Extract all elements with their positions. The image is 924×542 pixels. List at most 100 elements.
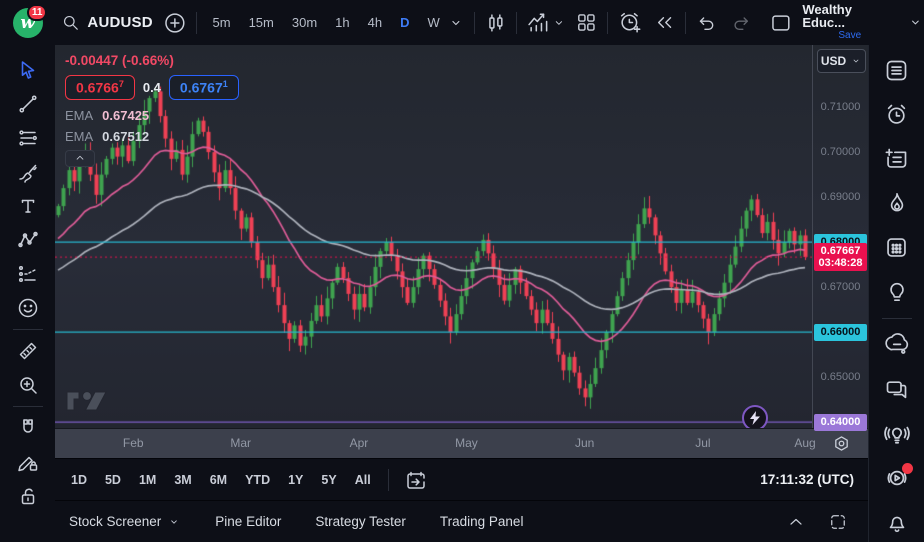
pattern-tool[interactable] bbox=[9, 223, 47, 257]
cursor-tool[interactable] bbox=[9, 53, 47, 87]
divider bbox=[474, 12, 475, 34]
divider bbox=[388, 469, 389, 491]
range-1D[interactable]: 1D bbox=[63, 468, 95, 492]
live-streams-icon[interactable] bbox=[877, 414, 917, 453]
calendar-icon[interactable] bbox=[877, 228, 917, 267]
currency-dropdown[interactable]: USD bbox=[817, 49, 866, 73]
forecast-tool[interactable] bbox=[9, 257, 47, 291]
account-menu[interactable]: Wealthy Educ... Save bbox=[802, 3, 897, 42]
notes-icon[interactable] bbox=[877, 139, 917, 178]
interval-4h[interactable]: 4h bbox=[361, 11, 389, 34]
bottom-panel-bar: Stock Screener Pine Editor Strategy Test… bbox=[55, 500, 868, 542]
month-label-Feb: Feb bbox=[123, 436, 144, 450]
divider bbox=[196, 12, 197, 34]
axis-settings-gear-icon[interactable] bbox=[831, 433, 852, 454]
notifications-icon[interactable] bbox=[877, 503, 917, 542]
interval-30m[interactable]: 30m bbox=[285, 11, 324, 34]
divider bbox=[685, 12, 686, 34]
alerts-icon[interactable] bbox=[877, 95, 917, 134]
tab-strategy-tester[interactable]: Strategy Tester bbox=[315, 514, 406, 529]
magnet-tool[interactable] bbox=[9, 411, 47, 445]
interval-5m[interactable]: 5m bbox=[206, 11, 238, 34]
buy-button[interactable]: 0.67671 bbox=[169, 75, 239, 100]
interval-chevron-icon[interactable] bbox=[447, 14, 465, 32]
sell-button[interactable]: 0.67667 bbox=[65, 75, 135, 100]
price-tick: 0.71000 bbox=[813, 100, 868, 114]
last-price-label[interactable]: 0.6766703:48:28 bbox=[814, 243, 867, 271]
layout-grid-icon[interactable] bbox=[575, 11, 598, 34]
range-1M[interactable]: 1M bbox=[131, 468, 164, 492]
zoom-in-tool[interactable] bbox=[9, 368, 47, 402]
interval-W[interactable]: W bbox=[421, 11, 447, 34]
month-label-Apr: Apr bbox=[350, 436, 369, 450]
private-chat-icon[interactable] bbox=[877, 370, 917, 409]
indicators-icon[interactable] bbox=[526, 10, 551, 35]
tradingview-watermark bbox=[65, 386, 109, 416]
divider bbox=[607, 12, 608, 34]
month-label-Jul: Jul bbox=[695, 436, 710, 450]
logo-wrap[interactable]: w 11 bbox=[0, 8, 55, 38]
trend-line-tool[interactable] bbox=[9, 87, 47, 121]
range-toolbar: 1D5D1M3M6MYTD1Y5YAll 17:11:32 (UTC) bbox=[55, 458, 868, 500]
candle-style-icon[interactable] bbox=[484, 11, 508, 35]
tab-pine-editor[interactable]: Pine Editor bbox=[215, 514, 281, 529]
range-YTD[interactable]: YTD bbox=[237, 468, 278, 492]
alert-plus-icon[interactable] bbox=[617, 10, 642, 35]
price-axis[interactable]: USD 0.710000.700000.690000.670000.650000… bbox=[812, 45, 868, 428]
top-toolbar: w 11 AUDUSD 5m15m30m1h4hDW Wealthy Educ.… bbox=[0, 0, 924, 45]
hotlists-icon[interactable] bbox=[877, 184, 917, 223]
price-tick: 0.70000 bbox=[813, 145, 868, 159]
chart-pane[interactable]: -0.00447 (-0.66%) 0.67667 0.4 0.67671 EM… bbox=[55, 45, 812, 428]
panel-expand-chevron-icon[interactable] bbox=[786, 512, 806, 532]
save-link[interactable]: Save bbox=[838, 29, 861, 42]
tab-trading-panel[interactable]: Trading Panel bbox=[440, 514, 524, 529]
range-6M[interactable]: 6M bbox=[202, 468, 235, 492]
range-3M[interactable]: 3M bbox=[166, 468, 199, 492]
go-to-date-icon[interactable] bbox=[404, 468, 428, 492]
live-dot bbox=[902, 463, 913, 474]
level-price-label[interactable]: 0.64000 bbox=[814, 414, 867, 431]
price-chart-canvas[interactable] bbox=[55, 45, 812, 428]
fib-lines-tool[interactable] bbox=[9, 121, 47, 155]
interval-15m[interactable]: 15m bbox=[242, 11, 281, 34]
bar-countdown: 03:48:28 bbox=[814, 257, 867, 269]
maximize-panel-icon[interactable] bbox=[828, 512, 848, 532]
interval-group: 5m15m30m1h4hDW bbox=[206, 11, 447, 34]
clock[interactable]: 17:11:32 (UTC) bbox=[760, 472, 860, 487]
month-label-May: May bbox=[455, 436, 478, 450]
ruler-tool[interactable] bbox=[9, 334, 47, 368]
bar-replay-icon[interactable] bbox=[653, 11, 676, 34]
ideas-icon[interactable] bbox=[877, 272, 917, 311]
interval-1h[interactable]: 1h bbox=[328, 11, 356, 34]
range-5D[interactable]: 5D bbox=[97, 468, 129, 492]
emoji-tool[interactable] bbox=[9, 291, 47, 325]
time-axis[interactable]: FebMarAprMayJunJulAug bbox=[55, 428, 868, 458]
range-All[interactable]: All bbox=[347, 468, 379, 492]
right-sidebar bbox=[868, 45, 924, 542]
indicators-chevron-icon[interactable] bbox=[551, 15, 567, 31]
interval-D[interactable]: D bbox=[393, 11, 416, 34]
legend-collapse-button[interactable] bbox=[65, 150, 95, 167]
account-chevron-icon[interactable] bbox=[907, 14, 924, 31]
drawing-mode-lock-tool[interactable] bbox=[9, 445, 47, 479]
tab-stock-screener[interactable]: Stock Screener bbox=[69, 514, 181, 529]
redo-icon[interactable] bbox=[731, 12, 753, 34]
chat-icon[interactable] bbox=[877, 326, 917, 365]
range-1Y[interactable]: 1Y bbox=[280, 468, 311, 492]
lock-all-tool[interactable] bbox=[9, 479, 47, 513]
range-group: 1D5D1M3M6MYTD1Y5YAll bbox=[63, 468, 379, 492]
watchlist-icon[interactable] bbox=[877, 51, 917, 90]
chevron-down-icon bbox=[167, 515, 181, 529]
last-price: 0.67667 bbox=[814, 245, 867, 257]
add-symbol-icon[interactable] bbox=[163, 11, 187, 35]
level-price-label[interactable]: 0.66000 bbox=[814, 324, 867, 341]
text-tool[interactable] bbox=[9, 189, 47, 223]
save-layout-icon[interactable] bbox=[769, 11, 793, 35]
streams-icon[interactable] bbox=[877, 459, 917, 498]
symbol-search-button[interactable]: AUDUSD bbox=[55, 13, 162, 32]
quick-action-lightning-button[interactable] bbox=[742, 405, 768, 428]
range-5Y[interactable]: 5Y bbox=[313, 468, 344, 492]
divider bbox=[13, 329, 43, 330]
brush-tool[interactable] bbox=[9, 155, 47, 189]
undo-icon[interactable] bbox=[695, 12, 717, 34]
